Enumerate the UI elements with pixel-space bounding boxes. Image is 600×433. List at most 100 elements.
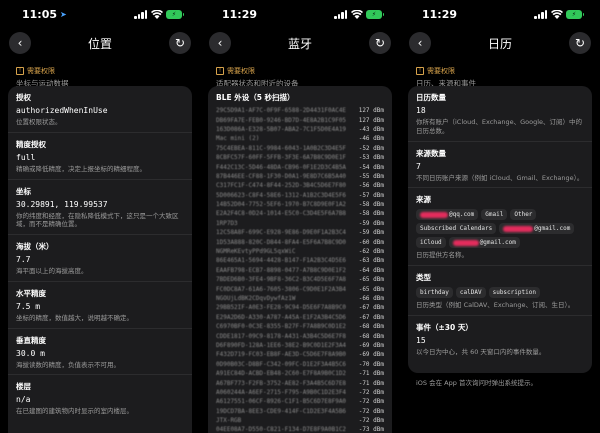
item-label: 坐标 [16,186,31,196]
ble-device-row: 0D90B03C-D8BF-C342-09FC-D1E2F3A4B5C6 -70 … [208,360,392,369]
refresh-button[interactable]: ↻ [168,32,191,54]
device-rssi: -64 dBm [358,266,384,274]
chevron-left-icon: ‹ [217,36,223,50]
wifi-icon [151,9,163,19]
item-value: authorizedWhenInUse [16,106,108,115]
refresh-icon: ↻ [574,36,586,50]
item-value: 7.7 [16,255,31,265]
ble-device-row: 5D006623-C8F4-58E6-1312-A1B2C3D4E5F6 -57 … [208,191,392,200]
cellular-signal-icon [134,9,148,19]
type-chip: subscription [488,287,540,299]
device-id: D6F890FD-128A-1EE6-38E2-B9C0D1E2F3A4 [216,341,347,349]
ble-device-row: Mac mini (2) -46 dBm [208,134,392,143]
device-id: C317FC1F-C474-8F44-252D-3B4C5D6E7F80 [216,182,347,190]
source-chips: @qq.com Gmail Other Subscribed Calendars… [416,209,584,249]
ble-device-row: CDDE1817-09C9-8178-A431-A3B4C5D6E7F8 -68 … [208,331,392,340]
item-label: 类型 [416,273,431,283]
device-rssi: -71 dBm [358,370,384,378]
device-rssi: 127 dBm [358,107,384,115]
device-rssi: -46 dBm [358,135,384,143]
type-chip: calDAV [455,287,486,299]
ble-device-row: NGMReKEvtyPPd9GL5qxWiC -62 dBm [208,247,392,256]
device-id: FC0DC8A7-61A6-7605-3806-C9D0E1F2A3B4 [216,285,347,293]
device-id: 87B446EE-CF88-1F30-D0A1-9E8D7C6B5A40 [216,172,347,180]
device-rssi: -69 dBm [358,351,384,359]
battery-charging-icon: ⚡ [166,9,184,19]
device-id: 29C5D9A1-AF7C-0F9F-6588-2D4431F0AC4E [216,107,347,115]
page-title: 位置 [87,36,112,51]
cellular-signal-icon [334,9,348,19]
ble-device-row: EAAFB798-ECB7-8898-0477-A7B8C9D0E1F2 -64 … [208,266,392,275]
ble-card: BLE 外设（5 秒扫描） 29C5D9A1-AF7C-0F9F-6588-2D… [208,86,392,433]
item-value: 15 [416,335,426,345]
device-rssi: -72 dBm [358,417,384,425]
refresh-icon: ↻ [174,36,186,50]
ble-device-list: 29C5D9A1-AF7C-0F9F-6588-2D4431F0AC4E 127 … [208,106,392,433]
list-item: 事件（±30 天） 15 以今日为中心，共 60 天窗口内的事件数量。 [408,316,592,362]
redacted-mark [503,225,534,232]
refresh-icon: ↻ [374,36,386,50]
warning-icon: ! [216,67,224,75]
item-desc: 海平面以上的海拔高度。 [16,267,88,276]
item-value: 18 [416,106,426,115]
device-id: 0D90B03C-D8BF-C342-09FC-D1E2F3A4B5C6 [216,360,347,368]
device-id: 7BDED6B0-3FE4-9BF8-36C2-B3C4D5E6F7A8 [216,276,347,284]
page-title: 蓝牙 [287,36,312,51]
device-id: 86E465A1-5694-4428-B147-F1A2B3C4D5E6 [216,257,347,265]
ble-device-row: 163D086A-E328-5B07-ABA2-7C1F5D0E4A19 -43 … [208,125,392,134]
back-button[interactable]: ‹ [9,32,31,54]
redacted-mark [452,239,479,246]
cellular-signal-icon [534,9,548,19]
item-label: 楼层 [16,382,31,392]
ble-device-row: A060244A-A6EF-2715-F795-A9B0C1D2E3F4 -72 … [208,388,392,397]
bluetooth-screen: 11:29 ⚡ ‹ 蓝牙 ↻ ! 需要权限 适配器状态和附近的设备 BLE 外设（… [200,0,400,433]
ble-device-row: 19DCD7BA-8EE3-CDE9-414F-C1D2E3F4A5B6 -72 … [208,407,392,416]
back-button[interactable]: ‹ [209,32,231,54]
status-bar: 11:05 ➤ ⚡ [0,0,200,28]
device-rssi: -73 dBm [358,426,384,433]
item-value: 7 [416,161,421,171]
ble-device-row: 8CBFC57F-60FF-5FFB-3F3E-6A7B8C9D0E1F -53 … [208,153,392,162]
device-rssi: -59 dBm [358,219,384,227]
item-label: 授权 [16,93,31,102]
chip-text: @qq.com [449,211,475,219]
device-rssi: -70 dBm [358,360,384,368]
calendar-screen: 11:29 ⚡ ‹ 日历 ↻ ! 需要权限 日历、来源和事件 日历数量 18 你所有账… [400,0,600,433]
device-id: E29A2D6D-A330-A787-A45A-E1F2A3B4C5D6 [216,313,347,321]
device-rssi: -65 dBm [358,285,384,293]
item-label: 来源 [416,195,431,205]
refresh-button[interactable]: ↻ [568,32,591,54]
ble-device-row: 86E465A1-5694-4428-B147-F1A2B3C4D5E6 -63 … [208,256,392,265]
refresh-button[interactable]: ↻ [368,32,391,54]
info-card: 日历数量 18 你所有账户（iCloud、Exchange、Google、订阅）中的… [408,86,592,373]
source-chip: @gmail.com [499,223,575,235]
back-button[interactable]: ‹ [409,32,431,54]
device-id: JTX-RGB [216,417,242,425]
device-rssi: -43 dBm [358,125,384,133]
device-rssi: -58 dBm [358,210,384,218]
device-rssi: -52 dBm [358,144,384,152]
item-value: n/a [16,395,31,405]
device-rssi: -68 dBm [358,323,384,331]
item-desc: 位置权限状态。 [16,118,62,126]
item-desc: 海拔读数的精度，负值表示不可用。 [16,360,120,369]
device-id: E2A2F4C8-0D24-1014-E5C0-C3D4E5F6A7B8 [216,210,347,218]
ble-device-row: 12C58A8F-699C-E928-9E86-D9E0F1A2B3C4 -59 … [208,228,392,237]
device-id: 04EE08A7-D550-C821-F134-D7E8F9A0B1C2 [216,426,347,433]
ble-device-row: JTX-RGB -72 dBm [208,416,392,425]
battery-charging-icon: ⚡ [566,9,584,19]
ble-device-row: D6F890FD-128A-1EE6-38E2-B9C0D1E2F3A4 -69 … [208,341,392,350]
device-id: 29BB52IF-A0E3-FE28-9C94-D5E6F7A8B9C0 [216,304,347,312]
device-id: C6970BF0-0C3E-8355-B27F-F7A8B9C0D1E2 [216,323,347,331]
device-id: 14B52D04-7752-5EF6-1970-B7C8D9E0F1A2 [216,201,347,209]
item-desc: 日历类型（例如 CalDAV、Exchange、订阅、生日）。 [416,301,575,310]
device-id: A060244A-A6EF-2715-F795-A9B0C1D2E3F4 [216,388,347,396]
ble-device-row: 75C4EBEA-811C-9984-6043-1A0B2C3D4E5F -52 … [208,144,392,153]
ble-device-row: 29BB52IF-A0E3-FE28-9C94-D5E6F7A8B9C0 -67 … [208,303,392,312]
ble-device-row: C6970BF0-0C3E-8355-B27F-F7A8B9C0D1E2 -68 … [208,322,392,331]
ble-device-row: A67BF773-F2FB-3752-AE82-F3A4B5C6D7E8 -71 … [208,378,392,387]
list-item: 精度授权 full 精确或降低精度，决定上报坐标的精细程度。 [8,133,192,180]
item-label: 精度授权 [16,139,46,149]
ble-device-row: NGOUjLdBK2CDqvDywfAz1W -66 dBm [208,294,392,303]
ble-device-row: C317FC1F-C474-8F44-252D-3B4C5D6E7F80 -56 … [208,181,392,190]
